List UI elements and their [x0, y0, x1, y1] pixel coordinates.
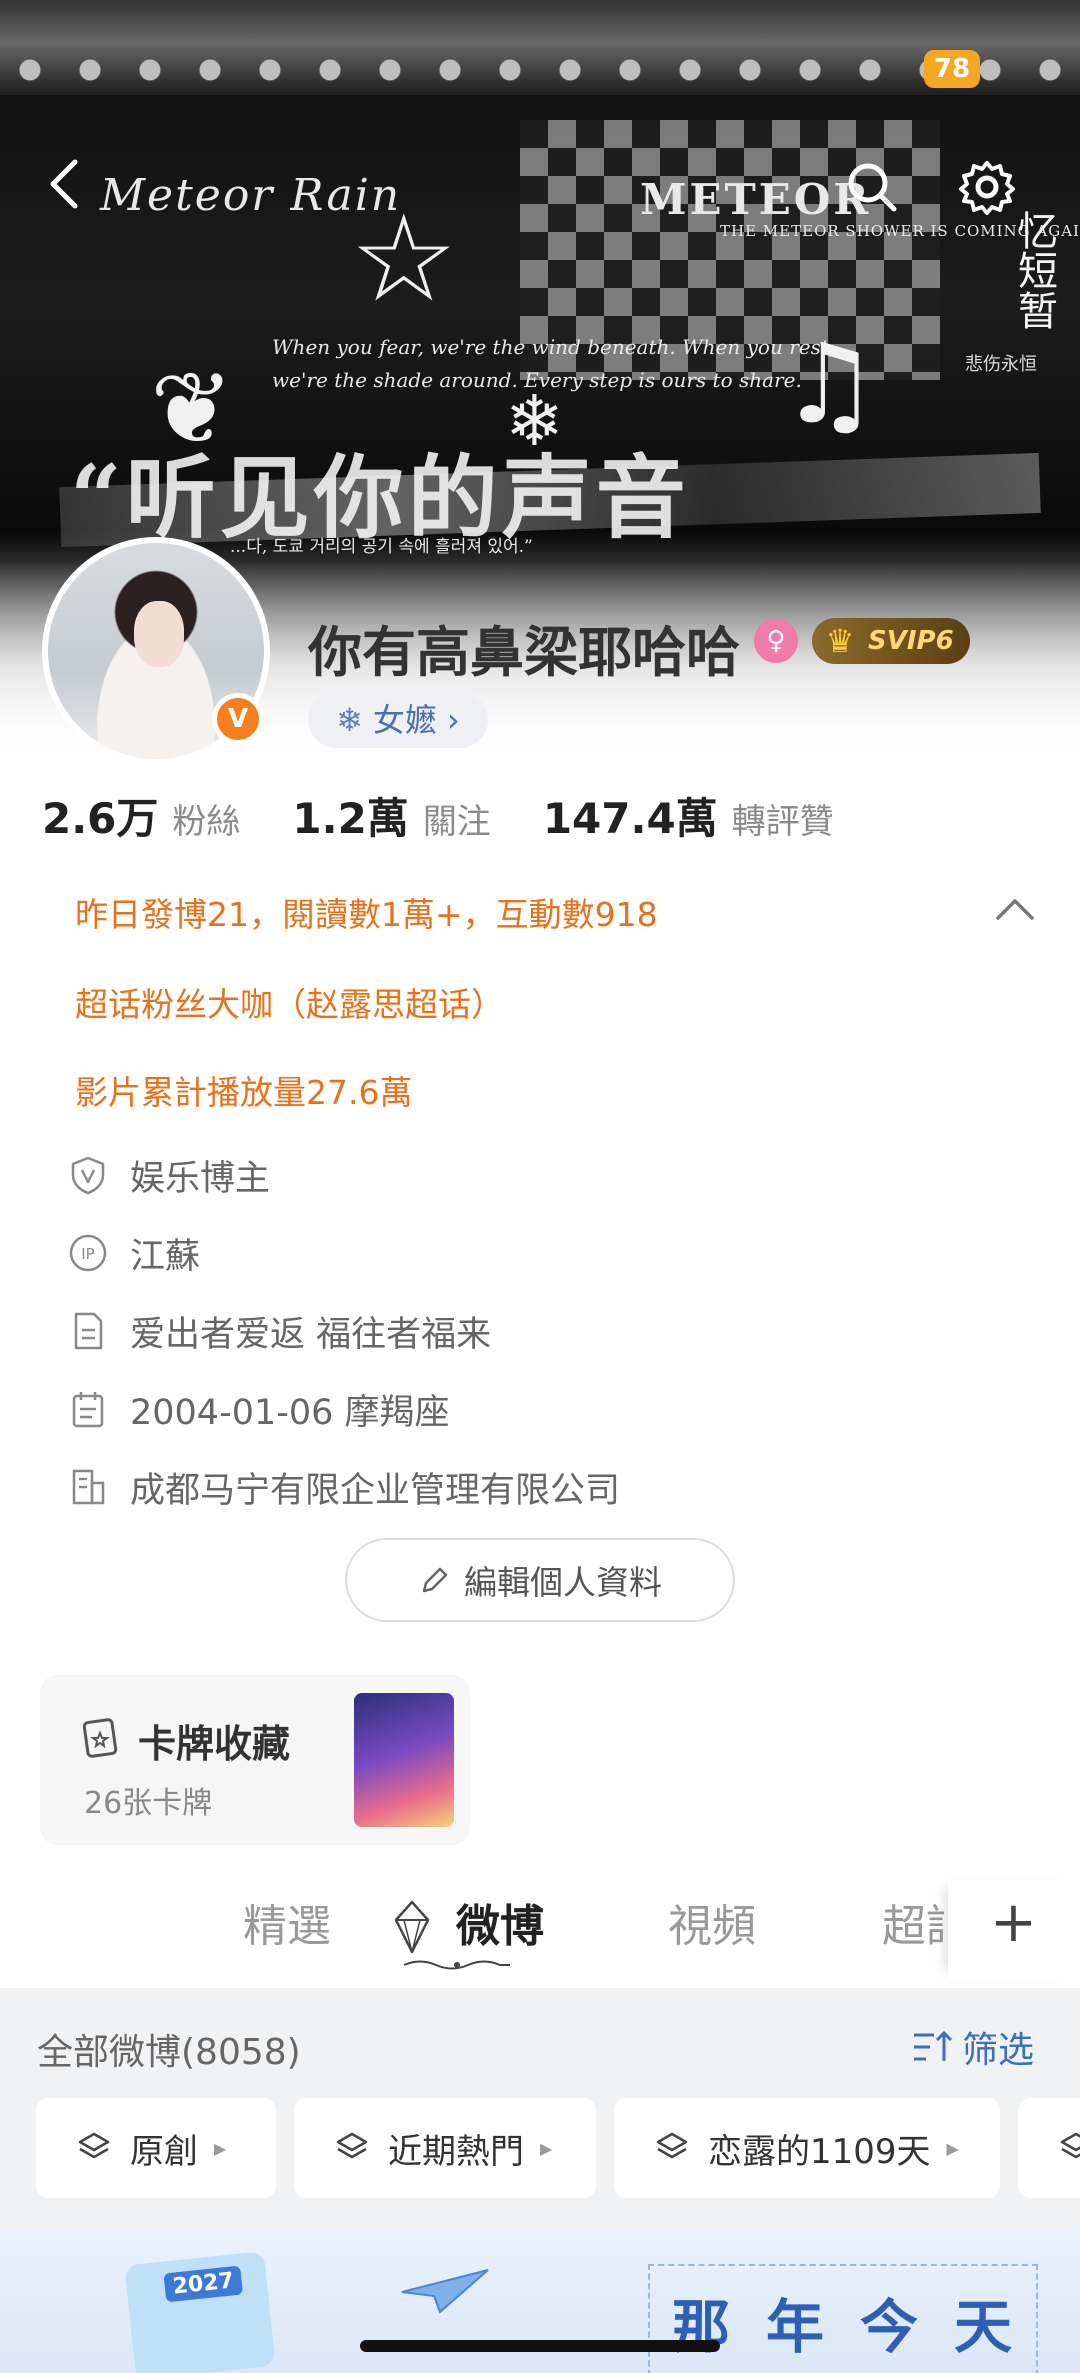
filter-pill-days[interactable]: 恋露的1109天 ▶: [614, 2098, 1000, 2198]
highlight-post-stats[interactable]: 昨日發博21，閱讀數1萬+，互動數918: [75, 888, 658, 936]
filter-pill-trending-label: 近期熱門: [388, 2131, 524, 2172]
banner-lace-decoration: [0, 0, 1080, 95]
caret-right-icon: ▶: [214, 2138, 227, 2158]
info-company-text: 成都马宁有限企业管理有限公司: [130, 1470, 621, 1511]
info-category: 娱乐博主: [68, 1150, 270, 1200]
info-birthday-text: 2004-01-06 摩羯座: [130, 1392, 450, 1433]
highlight-super-topic[interactable]: 超话粉丝大咖（赵露思超话）: [75, 978, 504, 1026]
stat-likes[interactable]: 147.4萬 轉評贊: [543, 785, 834, 846]
filter-pill-original[interactable]: 原創 ▶: [36, 2098, 276, 2198]
card-collection-title: 卡牌收藏: [138, 1722, 291, 1766]
filter-pill-days-label: 恋露的1109天: [708, 2131, 931, 2172]
edit-profile-label: 編輯個人資料: [464, 1563, 662, 1602]
document-icon: [74, 1312, 103, 1350]
female-gender-icon: ♀: [754, 619, 798, 663]
battery-indicator: 78: [924, 50, 980, 88]
layers-icon: [78, 2132, 110, 2159]
home-indicator[interactable]: [360, 2340, 720, 2352]
paper-plane-icon: [401, 2269, 489, 2314]
add-tab-button[interactable]: +: [948, 1880, 1080, 1980]
layers-icon: [656, 2132, 688, 2159]
stat-following[interactable]: 1.2萬 關注: [292, 785, 490, 846]
ip-icon: IP: [69, 1234, 107, 1272]
stat-following-label: 關注: [422, 802, 491, 842]
star-icon: ☆: [350, 190, 458, 329]
stat-likes-number: 147.4萬: [542, 794, 718, 843]
butterfly-icon: ❦: [150, 350, 234, 467]
info-bio: 爱出者爱返 福往者福来: [68, 1306, 491, 1356]
filter-pill-more[interactable]: [1018, 2098, 1080, 2198]
calendar-icon: [72, 1392, 104, 1428]
snowflake-icon: ❄: [505, 380, 564, 462]
chevron-up-icon[interactable]: [990, 890, 1040, 926]
profile-tabs: 精選 微博 視頻 超話 +: [0, 1880, 1080, 1980]
stat-likes-label: 轉評贊: [731, 802, 834, 842]
all-posts-count[interactable]: 全部微博(8058): [37, 2023, 301, 2075]
snowflake-icon: ❄: [336, 701, 363, 739]
memories-banner-title: 那年今天: [672, 2293, 1049, 2361]
tab-active-indicator: [403, 1960, 510, 1970]
svg-text:IP: IP: [81, 1245, 94, 1263]
layers-icon: [336, 2132, 368, 2159]
stat-following-number: 1.2萬: [292, 794, 409, 843]
gear-icon[interactable]: [955, 155, 1019, 219]
edit-profile-button[interactable]: 編輯個人資料: [345, 1538, 735, 1622]
filter-icon: [914, 2030, 953, 2061]
caret-right-icon: ▶: [946, 2138, 959, 2158]
filter-button[interactable]: 筛选: [912, 2021, 1034, 2073]
info-bio-text: 爱出者爱返 福往者福来: [130, 1314, 492, 1355]
caret-right-icon: ▶: [540, 2138, 553, 2158]
info-company: 成都马宁有限企业管理有限公司: [68, 1462, 620, 1512]
info-birthday: 2004-01-06 摩羯座: [68, 1384, 450, 1434]
banner-deco-vertical-text: 忆短暂: [1011, 210, 1057, 330]
back-icon[interactable]: [35, 152, 99, 216]
highlight-video-plays[interactable]: 影片累計播放量27.6萬: [75, 1066, 412, 1114]
tab-super-topic[interactable]: 超話: [882, 1890, 944, 1954]
tab-featured[interactable]: 精選: [243, 1890, 331, 1954]
stat-followers[interactable]: 2.6万 粉絲: [42, 785, 240, 846]
search-icon[interactable]: [840, 155, 904, 219]
card-collection-count: 26张卡牌: [84, 1786, 213, 1821]
filter-label: 筛选: [962, 2030, 1035, 2071]
pencil-icon: [422, 1567, 448, 1593]
card-thumbnail[interactable]: [354, 1693, 454, 1827]
tab-weibo[interactable]: 微博: [456, 1890, 544, 1954]
layers-icon: [1060, 2132, 1080, 2159]
svip-badge[interactable]: ♛ SVIP6: [812, 618, 970, 664]
filter-pill-trending[interactable]: 近期熱門 ▶: [294, 2098, 596, 2198]
info-category-text: 娱乐博主: [130, 1158, 271, 1199]
banner-deco-line-1: When you fear, we're the wind beneath. W…: [272, 335, 836, 359]
calendar-illustration: 2027: [124, 2250, 276, 2373]
profile-stats: 2.6万 粉絲 1.2萬 關注 147.4萬 轉評贊: [42, 785, 886, 845]
info-ip-location: IP 江蘇: [68, 1228, 200, 1278]
feed-filter-section: 全部微博(8058) 筛选 原創 ▶ 近期熱門 ▶ 恋露的1109天 ▶: [0, 1988, 1080, 2228]
calendar-year: 2027: [163, 2265, 244, 2303]
harp-icon: ♫: [780, 320, 879, 448]
profile-nickname: 你有高鼻梁耶哈哈: [308, 621, 740, 684]
svip-label: SVIP6: [868, 626, 954, 656]
card-icon: [82, 1718, 118, 1758]
card-collection[interactable]: 卡牌收藏 26张卡牌: [40, 1675, 470, 1845]
filter-pill-original-label: 原創: [130, 2131, 198, 2172]
banner-deco-meteor: METEOR: [640, 175, 872, 224]
gem-icon: [394, 1900, 430, 1954]
verified-badge: V: [212, 693, 264, 745]
building-icon: [72, 1469, 105, 1505]
stat-followers-number: 2.6万: [42, 794, 159, 843]
info-ip-location-text: 江蘇: [130, 1236, 201, 1277]
banner-deco-korean-text: ...다, 도쿄 거리의 공기 속에 흘러져 있어.”: [230, 537, 533, 557]
crown-icon: ♛: [825, 622, 855, 660]
tab-video[interactable]: 視頻: [668, 1890, 756, 1954]
plus-icon: +: [990, 1890, 1037, 1955]
profile-tag-chip[interactable]: ❄ 女嬷 ›: [308, 692, 488, 748]
shield-v-icon: [71, 1156, 105, 1195]
stat-followers-label: 粉絲: [172, 802, 241, 842]
profile-tag-label: 女嬷 ›: [372, 701, 460, 739]
banner-deco-vertical-sub: 悲伤永恒: [965, 354, 1037, 375]
